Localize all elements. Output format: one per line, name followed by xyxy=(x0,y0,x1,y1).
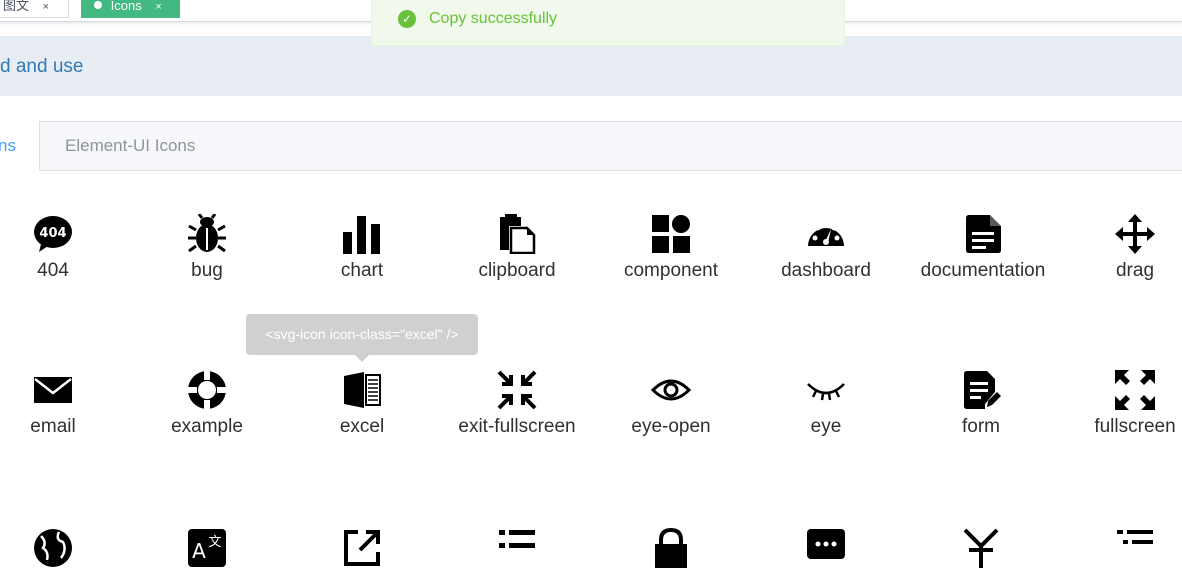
icon-item-example[interactable]: example xyxy=(130,370,284,438)
tab-icons[interactable]: ns xyxy=(0,121,40,171)
message-icon xyxy=(807,529,845,559)
clipboard-icon xyxy=(500,214,536,254)
icon-label: dashboard xyxy=(781,260,871,281)
dashboard-icon xyxy=(808,221,844,246)
svg-text:404: 404 xyxy=(39,226,66,241)
icon-item-chart[interactable]: chart xyxy=(285,214,439,282)
icon-label: form xyxy=(962,416,1000,437)
copy-tooltip: <svg-icon icon-class="excel" /> xyxy=(246,314,478,355)
icon-item-lock[interactable] xyxy=(594,528,748,568)
component-icon xyxy=(652,215,690,253)
icon-item-email[interactable]: email xyxy=(0,370,130,438)
lock-icon xyxy=(655,528,687,568)
icon-label: component xyxy=(623,260,718,281)
404-icon: 404 xyxy=(34,216,72,252)
toast-message: Copy successfully xyxy=(429,10,558,27)
example-icon xyxy=(187,370,227,410)
form-icon xyxy=(964,371,1001,409)
icon-item-link[interactable] xyxy=(285,528,439,568)
icon-item-message[interactable] xyxy=(749,528,903,568)
check-circle-icon: ✓ xyxy=(398,10,416,28)
icon-item-exit-fullscreen[interactable]: exit-fullscreen xyxy=(440,370,594,438)
icon-item-language[interactable]: A 文 xyxy=(130,528,284,568)
icon-item-international[interactable] xyxy=(0,528,130,568)
language-icon: A 文 xyxy=(188,529,226,567)
tag-close-icon[interactable]: × xyxy=(155,1,161,13)
icon-label: email xyxy=(30,416,76,437)
drag-icon xyxy=(1115,214,1155,254)
icon-label: excel xyxy=(339,416,385,437)
icon-label: example xyxy=(171,416,243,437)
icon-label: documentation xyxy=(920,260,1046,281)
icon-item-dashboard[interactable]: dashboard xyxy=(749,214,903,282)
icon-item-eye[interactable]: eye xyxy=(749,370,903,438)
success-toast: ✓ Copy successfully xyxy=(371,0,845,46)
documentation-icon xyxy=(966,215,1001,253)
exit-fullscreen-icon xyxy=(497,370,537,410)
usage-link[interactable]: d and use xyxy=(0,56,83,78)
icon-item-nested[interactable] xyxy=(1058,528,1182,568)
icon-label: drag xyxy=(1115,260,1155,281)
active-dot-icon xyxy=(94,1,102,9)
tag-label: Icons xyxy=(110,0,142,13)
svg-text:A: A xyxy=(192,539,206,563)
external-link-icon xyxy=(344,530,380,566)
icon-item-money[interactable] xyxy=(904,528,1058,568)
fullscreen-icon xyxy=(1115,370,1155,410)
money-icon xyxy=(963,528,999,568)
eye-closed-icon xyxy=(807,383,845,401)
icon-item-excel[interactable]: excel xyxy=(285,370,439,438)
icon-item-component[interactable]: component xyxy=(594,214,748,282)
nested-list-icon xyxy=(1117,530,1153,544)
icon-label: clipboard xyxy=(478,260,556,281)
email-icon xyxy=(34,377,72,403)
icon-item-404[interactable]: 404 404 xyxy=(0,214,130,282)
bug-icon xyxy=(188,214,226,253)
svg-text:文: 文 xyxy=(208,535,221,550)
icon-label: eye xyxy=(810,416,842,437)
tab-element-ui-icons[interactable]: Element-UI Icons xyxy=(65,135,195,157)
tag-label: 图文 xyxy=(3,0,30,13)
icon-label: eye-open xyxy=(631,416,711,437)
tag-close-icon[interactable]: × xyxy=(43,1,49,13)
tag-tuwen[interactable]: 图文 × xyxy=(0,0,69,18)
icon-label: fullscreen xyxy=(1094,416,1176,437)
icon-label: 404 xyxy=(37,260,69,281)
icon-item-drag[interactable]: drag xyxy=(1058,214,1182,282)
icon-item-bug[interactable]: bug xyxy=(130,214,284,282)
icon-tabs: ns Element-UI Icons xyxy=(0,121,1182,171)
globe-icon xyxy=(34,529,72,567)
eye-open-icon xyxy=(651,379,691,401)
list-icon xyxy=(499,530,535,548)
icon-item-fullscreen[interactable]: fullscreen xyxy=(1058,370,1182,438)
icon-item-list[interactable] xyxy=(440,528,594,568)
excel-icon xyxy=(344,372,381,408)
icon-label: bug xyxy=(191,260,223,281)
icon-item-form[interactable]: form xyxy=(904,370,1058,438)
chart-icon xyxy=(343,216,380,254)
icon-item-clipboard[interactable]: clipboard xyxy=(440,214,594,282)
tab-label: ns xyxy=(0,136,16,155)
icon-item-documentation[interactable]: documentation xyxy=(906,214,1060,282)
tooltip-arrow xyxy=(354,354,370,362)
icon-label: exit-fullscreen xyxy=(458,416,576,437)
icon-item-eye-open[interactable]: eye-open xyxy=(594,370,748,438)
icon-label: chart xyxy=(340,260,384,281)
tag-icons-active[interactable]: Icons × xyxy=(81,0,180,18)
